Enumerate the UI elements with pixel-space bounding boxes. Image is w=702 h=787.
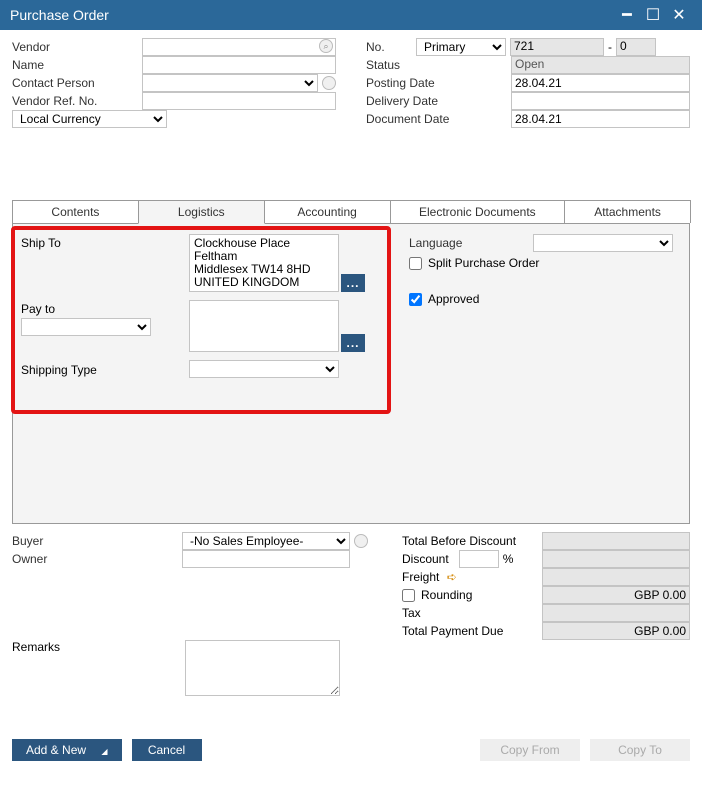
cancel-button[interactable]: Cancel bbox=[132, 739, 202, 761]
payto-browse-button[interactable]: ... bbox=[341, 334, 365, 352]
contact-label: Contact Person bbox=[12, 76, 142, 90]
tbd-value bbox=[542, 532, 690, 550]
payto-select[interactable] bbox=[21, 318, 151, 336]
tab-contents[interactable]: Contents bbox=[12, 200, 139, 223]
action-bar: Add & New ◢ Cancel Copy From Copy To bbox=[12, 739, 690, 761]
tax-label: Tax bbox=[402, 606, 542, 620]
remarks-label: Remarks bbox=[12, 640, 182, 654]
docnum-suffix: 0 bbox=[616, 38, 656, 56]
shippingtype-select[interactable] bbox=[189, 360, 339, 378]
buyer-select[interactable]: -No Sales Employee- bbox=[182, 532, 350, 550]
maximize-button[interactable]: ☐ bbox=[640, 2, 666, 28]
vendor-label: Vendor bbox=[12, 40, 142, 54]
buyer-label: Buyer bbox=[12, 534, 182, 548]
tab-accounting[interactable]: Accounting bbox=[264, 200, 391, 223]
vendor-input[interactable] bbox=[142, 38, 336, 56]
copy-to-button[interactable]: Copy To bbox=[590, 739, 690, 761]
docnum-separator: - bbox=[608, 40, 612, 54]
tab-body-logistics: Ship To Clockhouse Place Feltham Middles… bbox=[12, 224, 690, 524]
docnum-display: 721 bbox=[510, 38, 604, 56]
status-value: Open bbox=[511, 56, 690, 74]
remarks-textarea[interactable] bbox=[185, 640, 340, 696]
freight-value bbox=[542, 568, 690, 586]
totalpayment-label: Total Payment Due bbox=[402, 624, 542, 638]
split-po-checkbox[interactable] bbox=[409, 257, 422, 270]
freight-link-icon[interactable]: ➪ bbox=[447, 570, 457, 584]
pct-symbol: % bbox=[503, 552, 514, 566]
minimize-button[interactable]: ━ bbox=[614, 2, 640, 28]
shipto-line4: UNITED KINGDOM bbox=[194, 276, 334, 289]
status-label: Status bbox=[366, 58, 511, 72]
tab-attachments[interactable]: Attachments bbox=[564, 200, 691, 223]
currency-select[interactable]: Local Currency bbox=[12, 110, 167, 128]
contact-select[interactable] bbox=[142, 74, 318, 92]
contact-details-icon[interactable] bbox=[322, 76, 336, 90]
freight-label: Freight bbox=[402, 570, 439, 584]
owner-label: Owner bbox=[12, 552, 182, 566]
payto-address[interactable] bbox=[189, 300, 339, 352]
add-and-new-label: Add & New bbox=[26, 743, 86, 757]
postingdate-label: Posting Date bbox=[366, 76, 511, 90]
deliverydate-input[interactable] bbox=[511, 92, 690, 110]
tab-edocs[interactable]: Electronic Documents bbox=[390, 200, 566, 223]
no-label: No. bbox=[366, 40, 416, 54]
vendor-lookup-icon[interactable]: ⌕ bbox=[319, 39, 333, 53]
rounding-label: Rounding bbox=[421, 588, 472, 602]
totalpayment-value: GBP 0.00 bbox=[542, 622, 690, 640]
dropdown-caret-icon: ◢ bbox=[101, 747, 107, 756]
postingdate-input[interactable] bbox=[511, 74, 690, 92]
documentdate-input[interactable] bbox=[511, 110, 690, 128]
copy-from-button[interactable]: Copy From bbox=[480, 739, 580, 761]
shippingtype-label: Shipping Type bbox=[21, 361, 189, 377]
discount-pct-input[interactable] bbox=[459, 550, 499, 568]
owner-input[interactable] bbox=[182, 550, 350, 568]
series-select[interactable]: Primary bbox=[416, 38, 506, 56]
vendorref-label: Vendor Ref. No. bbox=[12, 94, 142, 108]
rounding-value: GBP 0.00 bbox=[542, 586, 690, 604]
add-and-new-button[interactable]: Add & New ◢ bbox=[12, 739, 122, 761]
rounding-checkbox[interactable] bbox=[402, 589, 415, 602]
tax-value bbox=[542, 604, 690, 622]
language-label: Language bbox=[409, 236, 533, 250]
discount-value bbox=[542, 550, 690, 568]
close-button[interactable]: ✕ bbox=[666, 2, 692, 28]
documentdate-label: Document Date bbox=[366, 112, 511, 126]
shipto-address[interactable]: Clockhouse Place Feltham Middlesex TW14 … bbox=[189, 234, 339, 292]
deliverydate-label: Delivery Date bbox=[366, 94, 511, 108]
shipto-browse-button[interactable]: ... bbox=[341, 274, 365, 292]
discount-label: Discount bbox=[402, 552, 449, 566]
buyer-details-icon[interactable] bbox=[354, 534, 368, 548]
approved-checkbox[interactable] bbox=[409, 293, 422, 306]
document-footer-fields: Buyer -No Sales Employee- Owner Remarks … bbox=[12, 532, 690, 699]
document-header: Vendor ⌕ Name Contact Person Vendor Ref.… bbox=[0, 30, 702, 132]
title-bar: Purchase Order ━ ☐ ✕ bbox=[0, 0, 702, 30]
shipto-label: Ship To bbox=[21, 234, 189, 250]
name-label: Name bbox=[12, 58, 142, 72]
split-po-label: Split Purchase Order bbox=[428, 256, 539, 270]
name-input[interactable] bbox=[142, 56, 336, 74]
language-select[interactable] bbox=[533, 234, 673, 252]
window-title: Purchase Order bbox=[10, 7, 614, 23]
approved-label: Approved bbox=[428, 292, 479, 306]
tab-logistics[interactable]: Logistics bbox=[138, 200, 265, 224]
tbd-label: Total Before Discount bbox=[402, 534, 542, 548]
payto-label: Pay to bbox=[21, 302, 189, 316]
vendorref-input[interactable] bbox=[142, 92, 336, 110]
tab-container: Contents Logistics Accounting Electronic… bbox=[12, 200, 690, 524]
